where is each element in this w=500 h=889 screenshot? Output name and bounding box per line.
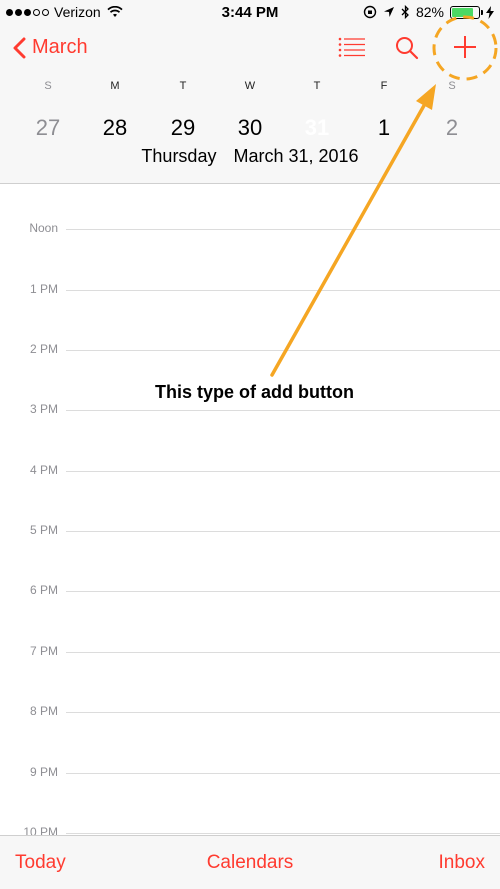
day-of-week-label: T bbox=[179, 80, 187, 92]
hour-label: 2 PM bbox=[29, 342, 58, 356]
hour-divider bbox=[66, 833, 500, 834]
hour-label: 6 PM bbox=[29, 583, 58, 597]
hour-row: 9 PM bbox=[0, 765, 500, 785]
charging-bolt-icon bbox=[486, 5, 494, 19]
calendars-tab[interactable]: Calendars bbox=[0, 852, 500, 874]
hour-label: 8 PM bbox=[29, 704, 58, 718]
hour-divider bbox=[66, 591, 500, 592]
tab-bar: Today Calendars Inbox bbox=[0, 835, 500, 889]
hour-divider bbox=[66, 350, 500, 351]
back-button[interactable]: March bbox=[12, 36, 88, 59]
list-view-button[interactable] bbox=[338, 36, 366, 63]
hour-label: 9 PM bbox=[29, 765, 58, 779]
hour-row: Noon bbox=[0, 221, 500, 241]
hour-label: 3 PM bbox=[29, 402, 58, 416]
hour-row: 4 PM bbox=[0, 463, 500, 483]
rotation-lock-icon bbox=[363, 5, 377, 19]
selected-day-number: 31 bbox=[292, 108, 342, 148]
list-icon bbox=[338, 37, 365, 57]
hour-divider bbox=[66, 652, 500, 653]
day-number: 1 bbox=[377, 115, 391, 140]
hour-row: 2 PM bbox=[0, 342, 500, 362]
battery-percent: 82% bbox=[415, 4, 444, 20]
hour-divider bbox=[66, 290, 500, 291]
day-of-week-label: W bbox=[244, 80, 256, 92]
day-of-week-label: F bbox=[380, 80, 388, 92]
week-strip: S 27 M 28 T 29 W 30 T 31 F 1 S 2 Thursda… bbox=[0, 74, 500, 184]
add-event-button[interactable] bbox=[452, 34, 478, 65]
hour-label: 1 PM bbox=[29, 282, 58, 296]
day-of-week-label: T bbox=[313, 80, 321, 92]
search-button[interactable] bbox=[395, 36, 419, 65]
day-number: 29 bbox=[170, 115, 196, 140]
annotation-label: This type of add button bbox=[155, 382, 354, 402]
hour-label: 4 PM bbox=[29, 463, 58, 477]
status-right: 82% bbox=[363, 4, 494, 20]
bluetooth-icon bbox=[401, 5, 409, 19]
day-number: 2 bbox=[445, 115, 459, 140]
status-bar: Verizon 3:44 PM 82% bbox=[0, 0, 500, 26]
hour-label: 7 PM bbox=[29, 644, 58, 658]
hour-row: 10 PM bbox=[0, 825, 500, 835]
hour-divider bbox=[66, 471, 500, 472]
plus-icon bbox=[454, 36, 476, 58]
selected-date: March 31, 2016 bbox=[233, 146, 359, 166]
hour-row: 1 PM bbox=[0, 282, 500, 302]
chevron-left-icon bbox=[13, 37, 26, 58]
hour-row: 8 PM bbox=[0, 704, 500, 724]
selected-weekday: Thursday bbox=[141, 146, 217, 166]
battery-icon bbox=[450, 5, 483, 19]
hour-divider bbox=[66, 773, 500, 774]
day-of-week-label: S bbox=[44, 80, 52, 92]
back-button-label: March bbox=[32, 36, 88, 58]
day-number: 28 bbox=[102, 115, 128, 140]
day-number: 27 bbox=[35, 115, 61, 140]
inbox-tab[interactable]: Inbox bbox=[439, 852, 485, 874]
selected-date-label: Thursday March 31, 2016 bbox=[0, 146, 500, 167]
search-icon bbox=[396, 37, 419, 60]
day-number: 31 bbox=[304, 115, 330, 140]
day-of-week-label: M bbox=[110, 80, 120, 92]
hour-label: Noon bbox=[29, 221, 58, 235]
battery-level bbox=[452, 7, 474, 17]
hour-divider bbox=[66, 410, 500, 411]
hour-label: 10 PM bbox=[23, 825, 58, 835]
hour-row: 3 PM bbox=[0, 402, 500, 422]
day-timeline[interactable]: Noon 1 PM 2 PM 3 PM 4 PM 5 PM 6 PM 7 PM … bbox=[0, 185, 500, 835]
hour-divider bbox=[66, 229, 500, 230]
day-number: 30 bbox=[237, 115, 263, 140]
nav-bar: March bbox=[0, 26, 500, 74]
day-of-week-label: S bbox=[448, 80, 456, 92]
hour-row: 6 PM bbox=[0, 583, 500, 603]
hour-label: 5 PM bbox=[29, 523, 58, 537]
hour-row: 7 PM bbox=[0, 644, 500, 664]
hour-divider bbox=[66, 712, 500, 713]
location-arrow-icon bbox=[383, 7, 394, 17]
hour-row: 5 PM bbox=[0, 523, 500, 543]
hour-divider bbox=[66, 531, 500, 532]
